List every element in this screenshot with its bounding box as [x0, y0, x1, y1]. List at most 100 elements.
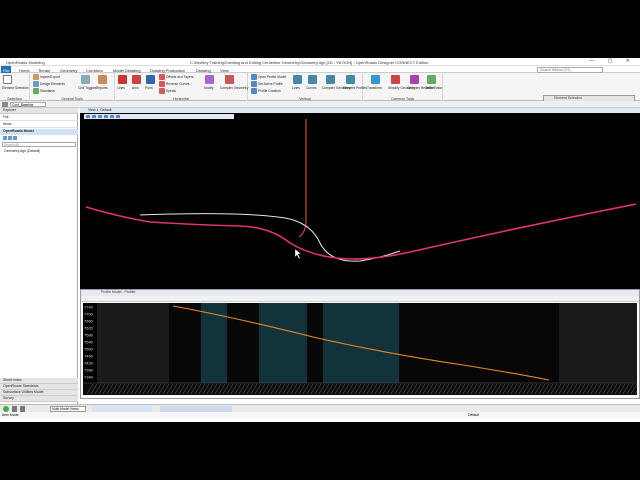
- reports-button[interactable]: Reports: [96, 86, 108, 90]
- status-bar: Item Mode Default: [0, 412, 640, 418]
- table-editor-button[interactable]: Table Editor: [425, 86, 442, 90]
- civil-toggles-button[interactable]: Civil Toggles: [78, 86, 96, 90]
- explorer-items[interactable]: Items: [0, 122, 78, 128]
- point-icon[interactable]: [146, 75, 155, 84]
- complex-redefine-icon[interactable]: [410, 75, 419, 84]
- ribbon-group-general-tools: Import/Export Design Elements Standards …: [30, 73, 115, 101]
- menu-model-detailing[interactable]: Model Detailing: [113, 68, 141, 73]
- lines-icon[interactable]: [118, 75, 127, 84]
- design-elements-icon: [33, 81, 39, 87]
- explorer-tools: [3, 136, 75, 141]
- highlight-band-3: [323, 303, 399, 383]
- menu-corridors[interactable]: Corridors: [86, 68, 102, 73]
- vertical-curves-icon[interactable]: [308, 75, 317, 84]
- y-tick-label: 7420: [84, 361, 94, 366]
- explorer-survey[interactable]: Survey: [0, 396, 78, 402]
- offsets-icon: [159, 74, 165, 80]
- profile-model-panel: Profile Model - Profiler 7740 7700 7660 762…: [80, 289, 640, 399]
- zoom-out-icon[interactable]: [98, 115, 102, 118]
- explorer-search-input[interactable]: Search All: [2, 142, 76, 147]
- window-title: C:\Bentley Training\Creating and Editing…: [190, 59, 429, 65]
- element-profiles-icon[interactable]: [346, 75, 355, 84]
- ribbon-group-horizontal: Lines Arcs Point Offsets and Tapers Reve…: [115, 73, 248, 101]
- complex-geometry-button[interactable]: Complex Geometry: [220, 86, 248, 90]
- simplify-geometry-icon[interactable]: [391, 75, 400, 84]
- centerline-alignment[interactable]: [85, 203, 637, 260]
- vertical-lines-icon[interactable]: [293, 75, 302, 84]
- y-tick-label: 7540: [84, 340, 94, 345]
- ribbon-group-common-tools: Transform Simplify Geometry Complex Rede…: [363, 73, 443, 101]
- vertical-complex-icon[interactable]: [326, 75, 335, 84]
- transform-icon[interactable]: [371, 75, 380, 84]
- menu-terrain[interactable]: Terrain: [38, 68, 50, 73]
- explorer-file[interactable]: File: [0, 115, 78, 121]
- view-attributes-icon[interactable]: [86, 115, 90, 118]
- y-tick-label: 7460: [84, 354, 94, 359]
- standards-icon: [33, 88, 39, 94]
- profile-creation-button[interactable]: Profile Creation: [251, 88, 281, 94]
- refresh-icon[interactable]: [3, 136, 7, 140]
- window-controls[interactable]: — ▢ ✕: [589, 58, 636, 64]
- y-tick-label: 7380: [84, 368, 94, 373]
- design-elements-button[interactable]: Design Elements: [33, 81, 65, 87]
- lines-button[interactable]: Lines: [117, 86, 125, 90]
- reports-icon[interactable]: [98, 75, 107, 84]
- arcs-icon[interactable]: [132, 75, 141, 84]
- active-element-dropdown[interactable]: Cont_Baseline: [10, 102, 46, 107]
- rotate-view-icon[interactable]: [110, 115, 114, 118]
- workflow-label[interactable]: OpenRoads Modeling: [6, 60, 45, 65]
- standards-button[interactable]: Standards: [33, 88, 55, 94]
- tree-item-geometry-dgn[interactable]: Geometry.dgn (Default): [4, 149, 40, 153]
- spirals-button[interactable]: Spirals: [159, 88, 176, 94]
- menu-geometry[interactable]: Geometry: [60, 68, 78, 73]
- zoom-in-icon[interactable]: [92, 115, 96, 118]
- open-profile-model-button[interactable]: Open Profile Model: [251, 74, 286, 80]
- transform-button[interactable]: Transform: [367, 86, 382, 90]
- pan-view-icon[interactable]: [116, 115, 120, 118]
- status-toolbar: Multi-Model Views: [0, 404, 640, 412]
- active-level-label[interactable]: Default: [468, 413, 479, 417]
- expand-icon[interactable]: [8, 136, 12, 140]
- arcs-button[interactable]: Arcs: [132, 86, 139, 90]
- y-tick-label: 7660: [84, 319, 94, 324]
- profile-model-icon: [251, 74, 257, 80]
- profile-view-toolbar: [81, 296, 639, 302]
- explorer-openroads-model[interactable]: OpenRoads Model: [0, 129, 78, 135]
- profile-background-left: [97, 303, 169, 383]
- highlight-band-1: [201, 303, 227, 383]
- vertical-curves-button[interactable]: Curves: [306, 86, 316, 90]
- y-tick-label: 7500: [84, 347, 94, 352]
- menu-drawing-production[interactable]: Drawing Production: [150, 68, 185, 73]
- table-editor-icon[interactable]: [427, 75, 436, 84]
- profile-view[interactable]: 7740 7700 7660 7620 7580 7540 7500 7460 7420 7380…: [83, 303, 640, 395]
- menu-view[interactable]: View: [220, 68, 229, 73]
- point-button[interactable]: Point: [145, 86, 153, 90]
- profile-canvas[interactable]: 7740 7700 7660 7620 7580 7540 7500 7460 7420 7380…: [83, 303, 640, 395]
- y-axis-ticks: 7740 7700 7660 7620 7580 7540 7500 7460 7420 7380…: [84, 305, 94, 380]
- fit-view-icon[interactable]: [104, 115, 108, 118]
- complex-geometry-icon[interactable]: [225, 75, 234, 84]
- plan-view-canvas[interactable]: [80, 113, 640, 289]
- active-profile-icon: [251, 81, 257, 87]
- offsets-tapers-button[interactable]: Offsets and Tapers: [159, 74, 193, 80]
- set-active-profile-button[interactable]: Set Active Profile: [251, 81, 283, 87]
- tangent-line[interactable]: [298, 119, 307, 238]
- element-selection-icon[interactable]: [3, 75, 12, 84]
- modify-button[interactable]: Modify: [204, 86, 214, 90]
- reverse-curves-button[interactable]: Reverse Curves: [159, 81, 190, 87]
- filter-icon[interactable]: [13, 136, 17, 140]
- original-alignment[interactable]: [139, 213, 401, 262]
- import-export-button[interactable]: Import/Export: [33, 74, 60, 80]
- title-bar: OpenRoads Modeling C:\Bentley Training\C…: [0, 58, 640, 66]
- menu-drawing[interactable]: Drawing: [196, 68, 211, 73]
- view-1-plan-view[interactable]: [80, 113, 640, 289]
- civil-toggles-icon[interactable]: [81, 75, 90, 84]
- toggle-icon[interactable]: [2, 102, 8, 107]
- menu-home[interactable]: Home: [19, 68, 30, 73]
- modify-icon[interactable]: [205, 75, 214, 84]
- mouse-cursor-icon: [294, 248, 302, 260]
- element-selection-button[interactable]: Element Selection: [2, 86, 29, 90]
- screen: OpenRoads Modeling C:\Bentley Training\C…: [0, 0, 640, 480]
- vertical-lines-button[interactable]: Lines: [292, 86, 300, 90]
- menu-file[interactable]: File: [1, 66, 12, 73]
